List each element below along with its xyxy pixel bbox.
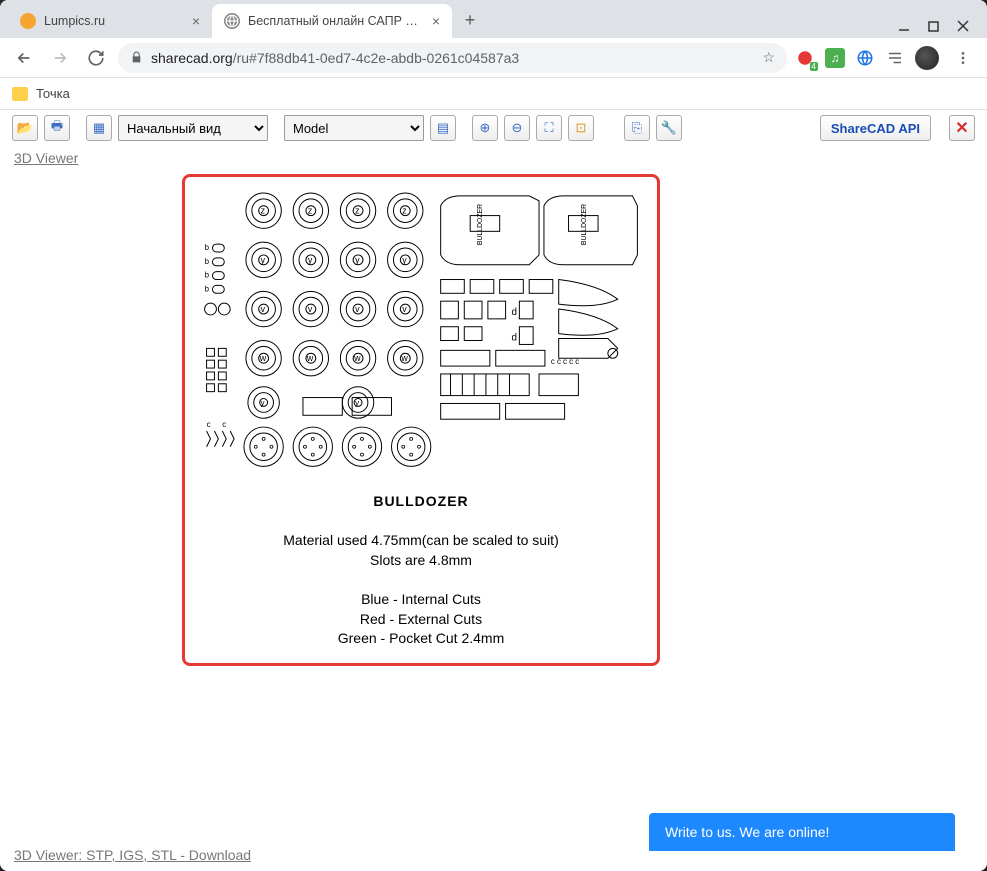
model-select[interactable]: Model — [284, 115, 424, 141]
drawing-note: Material used 4.75mm(can be scaled to su… — [283, 531, 558, 551]
menu-button[interactable] — [949, 44, 977, 72]
svg-text:y: y — [355, 255, 360, 265]
svg-text:v: v — [308, 304, 313, 314]
badge: 4 — [810, 62, 818, 71]
svg-text:y: y — [402, 255, 407, 265]
url-text: sharecad.org/ru#7f88db41-0ed7-4c2e-abdb-… — [151, 50, 754, 66]
svg-text:v: v — [402, 304, 407, 314]
zoom-extents-button[interactable]: ⛶ — [536, 115, 562, 141]
svg-text:c: c — [207, 420, 211, 429]
open-file-button[interactable]: 📂 — [12, 115, 38, 141]
viewer-3d-link[interactable]: 3D Viewer — [0, 146, 987, 170]
svg-text:y: y — [261, 398, 265, 407]
svg-text:z: z — [261, 206, 265, 216]
drawing-note: Green - Pocket Cut 2.4mm — [283, 629, 558, 649]
svg-text:BULLDOZER: BULLDOZER — [477, 204, 484, 245]
extension-music-icon[interactable]: ♫ — [825, 48, 845, 68]
forward-button[interactable] — [46, 44, 74, 72]
tab-strip: Lumpics.ru × Бесплатный онлайн САПР прос… — [0, 0, 987, 38]
svg-text:z: z — [402, 206, 406, 216]
view-select[interactable]: Начальный вид — [118, 115, 268, 141]
svg-text:b: b — [205, 257, 210, 266]
favicon-icon — [224, 13, 240, 29]
back-button[interactable] — [10, 44, 38, 72]
extension-globe-icon[interactable] — [855, 48, 875, 68]
drawing-note: Red - External Cuts — [283, 610, 558, 630]
svg-text:z: z — [308, 206, 312, 216]
bookmarks-bar: Точка — [0, 78, 987, 110]
svg-text:b: b — [205, 271, 210, 280]
svg-text:v: v — [355, 304, 360, 314]
svg-text:y: y — [261, 255, 266, 265]
browser-window: Lumpics.ru × Бесплатный онлайн САПР прос… — [0, 0, 987, 871]
svg-text:v: v — [261, 304, 266, 314]
tab-lumpics[interactable]: Lumpics.ru × — [8, 4, 212, 38]
svg-text:c: c — [222, 420, 226, 429]
sharecad-api-button[interactable]: ShareCAD API — [820, 115, 931, 141]
zoom-out-button[interactable]: ⊖ — [504, 115, 530, 141]
page-content: 📂 🖶 ▦ Начальный вид Model ▤ ⊕ ⊖ ⛶ ⊡ ⎘ 🔧 … — [0, 110, 987, 871]
settings-button[interactable]: 🔧 — [656, 115, 682, 141]
svg-text:b: b — [205, 284, 210, 293]
tab-title: Lumpics.ru — [44, 14, 184, 28]
bookmark-item[interactable]: Точка — [36, 86, 70, 101]
maximize-button[interactable] — [928, 21, 939, 32]
extension-icons: 4 ♫ — [795, 44, 977, 72]
print-button[interactable]: 🖶 — [44, 115, 70, 141]
chat-widget[interactable]: Write to us. We are online! — [649, 813, 955, 851]
address-bar: sharecad.org/ru#7f88db41-0ed7-4c2e-abdb-… — [0, 38, 987, 78]
favicon-icon — [20, 13, 36, 29]
drawing-title: BULLDOZER — [283, 492, 558, 512]
bookmark-star-icon[interactable]: ☆ — [762, 49, 775, 66]
extension-adblock-icon[interactable]: 4 — [795, 48, 815, 68]
tab-sharecad[interactable]: Бесплатный онлайн САПР прос × — [212, 4, 452, 38]
close-drawing-button[interactable]: ✕ — [949, 115, 975, 141]
drawing-note: Slots are 4.8mm — [283, 551, 558, 571]
view-button[interactable]: ▦ — [86, 115, 112, 141]
profile-avatar[interactable] — [915, 46, 939, 70]
svg-text:y: y — [308, 255, 313, 265]
drawing-highlight: z z z z y y y y — [182, 174, 660, 666]
pan-button[interactable]: ⊡ — [568, 115, 594, 141]
svg-text:z: z — [355, 206, 359, 216]
svg-text:y: y — [355, 398, 359, 407]
minimize-button[interactable] — [898, 20, 910, 32]
window-close-button[interactable] — [957, 20, 969, 32]
svg-text:b: b — [205, 243, 210, 252]
cad-canvas[interactable]: z z z z y y y y — [0, 170, 987, 839]
svg-text:d: d — [511, 333, 516, 344]
folder-icon — [12, 87, 28, 101]
export-button[interactable]: ⎘ — [624, 115, 650, 141]
close-icon[interactable]: × — [192, 13, 200, 29]
drawing-note: Blue - Internal Cuts — [283, 590, 558, 610]
reload-button[interactable] — [82, 44, 110, 72]
svg-text:c c c c c: c c c c c — [551, 357, 579, 366]
zoom-in-button[interactable]: ⊕ — [472, 115, 498, 141]
svg-text:w: w — [353, 353, 361, 363]
chat-text: Write to us. We are online! — [665, 824, 829, 840]
cad-toolbar: 📂 🖶 ▦ Начальный вид Model ▤ ⊕ ⊖ ⛶ ⊡ ⎘ 🔧 … — [0, 110, 987, 146]
cad-drawing-svg: z z z z y y y y — [203, 191, 639, 476]
lock-icon — [130, 51, 143, 64]
cad-annotations: BULLDOZER Material used 4.75mm(can be sc… — [283, 492, 558, 649]
reader-mode-icon[interactable] — [885, 48, 905, 68]
close-icon[interactable]: × — [432, 13, 440, 29]
omnibox[interactable]: sharecad.org/ru#7f88db41-0ed7-4c2e-abdb-… — [118, 43, 787, 73]
layers-button[interactable]: ▤ — [430, 115, 456, 141]
svg-text:BULLDOZER: BULLDOZER — [581, 204, 588, 245]
svg-text:w: w — [259, 353, 267, 363]
svg-text:d: d — [511, 307, 516, 318]
svg-text:w: w — [306, 353, 314, 363]
svg-text:w: w — [400, 353, 408, 363]
tab-title: Бесплатный онлайн САПР прос — [248, 14, 424, 28]
new-tab-button[interactable]: + — [456, 6, 484, 34]
